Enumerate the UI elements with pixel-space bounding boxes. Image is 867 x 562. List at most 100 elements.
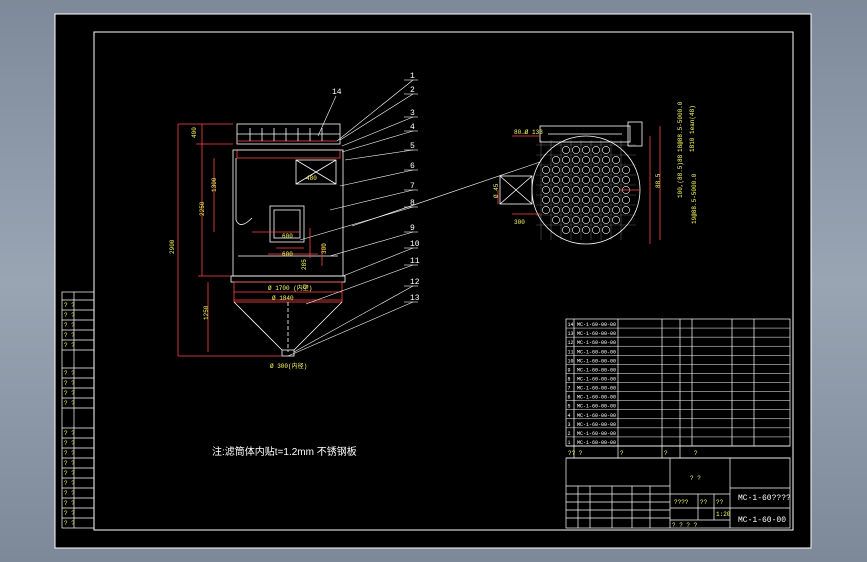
filter-cartridge bbox=[612, 176, 620, 184]
front-view bbox=[177, 79, 541, 357]
filter-cartridge bbox=[602, 226, 610, 234]
filter-cartridge bbox=[572, 176, 580, 184]
dim-height-upper: 2250 bbox=[199, 201, 206, 216]
filter-cartridge bbox=[592, 196, 600, 204]
filter-cartridge bbox=[542, 186, 550, 194]
filter-cartridge bbox=[572, 216, 580, 224]
filter-cartridge bbox=[602, 186, 610, 194]
cad-viewport: ? ?? ?? ?? ?? ?? ?? ?? ?? ?? ?? ?? ?? ??… bbox=[0, 0, 867, 562]
filter-cartridge bbox=[562, 196, 570, 204]
filter-cartridge bbox=[582, 156, 590, 164]
bom-row-no: 6 bbox=[568, 395, 571, 401]
filter-cartridge bbox=[592, 186, 600, 194]
callout-3: 3 bbox=[410, 109, 415, 118]
callout-2: 2 bbox=[410, 86, 415, 95]
strip-label: ? ? bbox=[64, 470, 75, 477]
dim-height-400: 400 bbox=[191, 127, 198, 138]
filter-cartridge bbox=[612, 196, 620, 204]
filter-cartridge bbox=[592, 156, 600, 164]
title-mid4: ?? bbox=[716, 499, 724, 506]
filter-cartridge bbox=[602, 206, 610, 214]
dim-diameter-1700: Ø 1700 (内壁) bbox=[268, 284, 312, 292]
bom-row-code: MC-1-60-00-00 bbox=[577, 431, 616, 437]
filter-cartridge bbox=[612, 166, 620, 174]
plan-dim-top: 80→Ø 133 bbox=[514, 129, 543, 136]
dim-diameter-1840: Ø 1840 bbox=[272, 295, 294, 302]
filter-cartridge bbox=[592, 176, 600, 184]
strip-label: ? ? bbox=[64, 440, 75, 447]
filter-cartridge bbox=[572, 196, 580, 204]
strip-label: ? ? bbox=[64, 302, 75, 309]
bom-row-no: 8 bbox=[568, 377, 571, 383]
strip-label: ? ? bbox=[64, 480, 75, 487]
strip-label: ? ? bbox=[64, 400, 75, 407]
filter-cartridge bbox=[602, 196, 610, 204]
title-mid1: ? ? bbox=[690, 475, 701, 482]
bom-row-code: MC-1-60-00-00 bbox=[577, 377, 616, 383]
bom-row-code: MC-1-60-00-00 bbox=[577, 440, 616, 446]
callout-1: 1 bbox=[410, 72, 415, 81]
plan-dim-88: 88.5 bbox=[655, 173, 662, 188]
bom-row-code: MC-1-60-00-00 bbox=[577, 404, 616, 410]
filter-cartridge bbox=[582, 166, 590, 174]
callout-5: 5 bbox=[410, 142, 415, 151]
callout-12: 12 bbox=[410, 278, 420, 287]
filter-cartridge bbox=[552, 156, 560, 164]
strip-label: ? ? bbox=[64, 490, 75, 497]
bom-row-code: MC-1-60-00-00 bbox=[577, 322, 616, 328]
filter-cartridge bbox=[582, 146, 590, 154]
bom-row-no: 4 bbox=[568, 413, 571, 419]
strip-label: ? ? bbox=[64, 332, 75, 339]
filter-cartridge bbox=[622, 206, 630, 214]
filter-cartridge bbox=[582, 216, 590, 224]
plan-dim-right4: 19@88.5-5000.0 bbox=[691, 173, 698, 224]
callout-13: 13 bbox=[410, 294, 420, 303]
strip-label: ? ? bbox=[64, 450, 75, 457]
callout-6: 6 bbox=[410, 162, 415, 171]
filter-cartridge bbox=[602, 156, 610, 164]
filter-cartridge bbox=[542, 196, 550, 204]
filter-cartridge bbox=[612, 156, 620, 164]
filter-cartridge bbox=[622, 176, 630, 184]
bom-row-code: MC-1-60-00-00 bbox=[577, 367, 616, 373]
front-dims: 2900 2250 1300 1250 400 Ø 1700 (内壁) Ø 18… bbox=[169, 127, 328, 370]
plan-dim-right1: 18@88.5-5000.0 bbox=[677, 101, 684, 152]
bom-row-no: 11 bbox=[568, 349, 574, 355]
title-name: MC-1-60???? bbox=[738, 494, 791, 503]
filter-cartridge bbox=[572, 206, 580, 214]
filter-cartridge bbox=[562, 176, 570, 184]
bom-row-no: 3 bbox=[568, 422, 571, 428]
bom-row-code: MC-1-60-00-00 bbox=[577, 422, 616, 428]
strip-label: ? ? bbox=[64, 390, 75, 397]
filter-cartridge bbox=[552, 176, 560, 184]
dim-600b: 600 bbox=[282, 251, 293, 258]
callout-11: 11 bbox=[410, 257, 420, 266]
filter-cartridge bbox=[552, 216, 560, 224]
strip-label: ? ? bbox=[64, 380, 75, 387]
bom-footer-q: ?? ? bbox=[568, 450, 583, 457]
bom-row-code: MC-1-60-00-00 bbox=[577, 395, 616, 401]
outer-border bbox=[54, 13, 812, 549]
bom-row-code: MC-1-60-00-00 bbox=[577, 413, 616, 419]
callout-9: 9 bbox=[410, 224, 415, 233]
bom-footer-q4: ? bbox=[694, 450, 698, 457]
title-mid3: ?? bbox=[700, 499, 708, 506]
filter-cartridge bbox=[592, 216, 600, 224]
bom-row-no: 12 bbox=[568, 340, 574, 346]
bom-row-code: MC-1-60-00-00 bbox=[577, 331, 616, 337]
title-sheet: ? ? ? ? bbox=[672, 522, 698, 529]
filter-cartridge bbox=[562, 156, 570, 164]
filter-cartridge bbox=[602, 176, 610, 184]
bom-row-code: MC-1-60-00-00 bbox=[577, 349, 616, 355]
filter-cartridge bbox=[542, 176, 550, 184]
dim-600a: 600 bbox=[282, 233, 293, 240]
filter-cartridge bbox=[602, 216, 610, 224]
filter-cartridge bbox=[562, 216, 570, 224]
bom-row-code: MC-1-60-00-00 bbox=[577, 340, 616, 346]
strip-label: ? ? bbox=[64, 342, 75, 349]
callout-8: 8 bbox=[410, 199, 415, 208]
filter-cartridge bbox=[562, 186, 570, 194]
filter-cartridge bbox=[552, 206, 560, 214]
drawing-note: 注:滤筒体内贴t=1.2mm 不锈钢板 bbox=[212, 445, 357, 458]
strip-label: ? ? bbox=[64, 312, 75, 319]
